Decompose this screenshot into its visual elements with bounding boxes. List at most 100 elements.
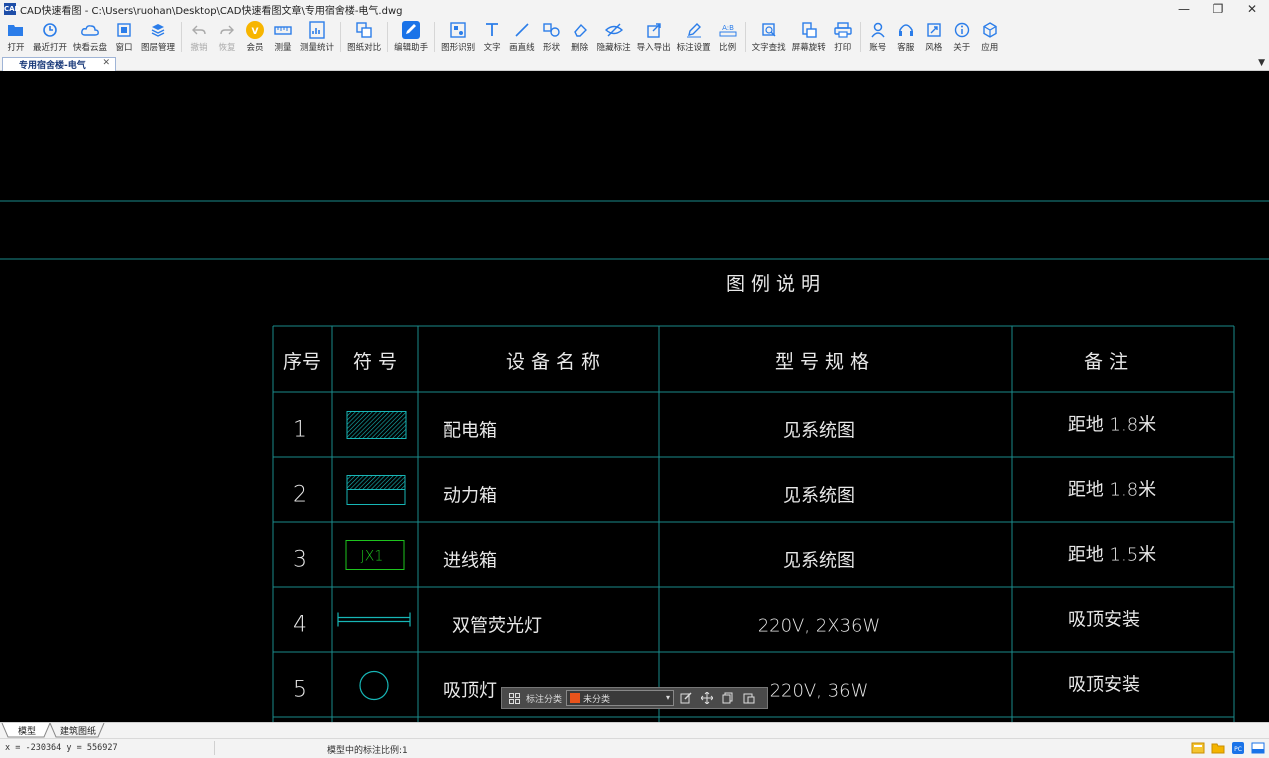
toolbar-button-scale[interactable]: A:B 比例 [714,18,742,53]
toolbar-button-layers[interactable]: 图层管理 [138,18,178,53]
toolbar-button-headset[interactable]: 客服 [892,18,920,53]
toolbar-button-label: 导入导出 [636,43,671,53]
rotate-screen-icon [800,20,818,40]
category-selected: 未分类 [583,694,611,705]
toolbar-button-undo[interactable]: 撤销 [185,18,213,53]
toolbar-button-redo[interactable]: 恢复 [213,18,241,53]
user-icon [870,20,886,40]
toolbar-button-line[interactable]: 画直线 [506,18,538,53]
toolbar-button-label: 会员 [246,43,264,53]
cad-status-icon[interactable]: PC [1231,741,1245,755]
toolbar-button-user[interactable]: 账号 [864,18,892,53]
toolbar-button-clock[interactable]: 最近打开 [30,18,70,53]
folder-status-icon[interactable] [1211,741,1225,755]
legend-table: 序号符 号设 备 名 称型 号 规 格备 注1 配电箱 见系统图 距地 1.8米2 动力… [272,325,1235,722]
annotation-settings-icon [685,20,703,40]
cloud-icon [80,20,100,40]
close-window-button[interactable]: ✕ [1235,0,1269,18]
title-bar: CAD CAD快速看图 - C:\Users\ruohan\Desktop\CA… [0,0,1269,18]
toolbar-button-eraser[interactable]: 删除 [566,18,594,53]
toolbar-button-text[interactable]: 文字 [478,18,506,53]
toolbar-separator [859,22,861,52]
toolbar-button-label: 打开 [7,43,25,53]
toolbar-button-ruler[interactable]: 测量 [269,18,297,53]
sheet-tab-model[interactable]: 模型 [8,723,46,738]
copy-icon[interactable] [719,689,737,707]
toolbar-separator [340,22,342,52]
toolbar-button-rotate-screen[interactable]: 屏幕旋转 [789,18,829,53]
tab-document[interactable]: 专用宿舍楼-电气 ✕ [2,57,116,71]
toolbar-button-label: 文字查找 [751,43,786,53]
panel-status-icon[interactable] [1251,741,1265,755]
drawing-canvas[interactable]: 图 例 说 明 序号符 号设 备 名 称型 号 规 格备 注 1 配电箱 见系统图 距地… [0,71,1269,722]
toolbar-separator [434,22,436,52]
device-note: 距地 1.8米 [1068,480,1156,501]
device-name: 双管荧光灯 [452,616,542,637]
text-icon [484,20,500,40]
toolbar-button-printer[interactable]: 打印 [829,18,857,53]
toolbar-button-vip[interactable]: V 会员 [241,18,269,53]
scale-icon: A:B [718,20,738,40]
compare-icon [355,20,373,40]
toolbar-button-cloud[interactable]: 快看云盘 [70,18,110,53]
tab-document-label: 专用宿舍楼-电气 [19,61,86,71]
svg-text:V: V [252,27,259,37]
layers-icon [150,20,166,40]
ceiling-lamp-symbol [359,670,389,701]
text-search-icon [761,20,777,40]
device-name: 动力箱 [443,486,497,507]
vip-icon: V [245,20,265,40]
toolbar-button-label: 客服 [897,43,915,53]
apps-icon [982,20,998,40]
grid-icon[interactable] [505,689,523,707]
toolbar-button-folder-open[interactable]: 打开 [2,18,30,53]
toolbar-button-shapes[interactable]: 形状 [538,18,566,53]
incoming-box-label: JX1 [361,549,384,565]
ruler-icon [274,20,292,40]
toolbar-button-text-search[interactable]: 文字查找 [749,18,789,53]
minimize-button[interactable]: — [1167,0,1201,18]
toolbar-button-label: 最近打开 [33,43,68,53]
row-number: 5 [293,678,307,703]
toolbar-button-label: 测量统计 [300,43,335,53]
toolbar-button-edit-assistant[interactable]: 编辑助手 [391,18,431,53]
status-divider [214,741,215,755]
toolbar-button-label: 窗口 [115,43,133,53]
toolbar-button-label: 画直线 [509,43,535,53]
undo-icon [191,20,207,40]
toolbar-button-annotation-settings[interactable]: 标注设置 [674,18,714,53]
move-icon[interactable] [698,689,716,707]
toolbar-button-label: 打印 [834,43,852,53]
edit-icon[interactable] [677,689,695,707]
toolbar-button-compare[interactable]: 图纸对比 [344,18,384,53]
sheet-tab-building[interactable]: 建筑图纸 [56,723,100,738]
toolbar-button-style[interactable]: 风格 [920,18,948,53]
annotation-scale-status: 模型中的标注比例:1 [327,746,408,756]
toolbar-button-label: 快看云盘 [73,43,108,53]
import-export-icon [646,20,662,40]
row-number: 3 [293,548,307,573]
restore-button[interactable]: ❐ [1201,0,1235,18]
category-select[interactable]: 未分类 ▾ [566,690,675,706]
toolbar-button-window[interactable]: 窗口 [110,18,138,53]
redo-icon [219,20,235,40]
clock-icon [42,20,58,40]
category-label: 标注分类 [526,694,563,705]
toolbar-button-import-export[interactable]: 导入导出 [634,18,674,53]
device-note: 吸顶安装 [1068,675,1140,696]
close-tab-icon[interactable]: ✕ [102,58,110,68]
main-toolbar: 打开 最近打开 快看云盘 窗口 图层管理 撤销 恢复 V 会员 测量 测量统计 图纸对比 编辑助手 图形识… [0,18,1269,56]
paste-icon[interactable] [740,689,758,707]
toolbar-button-measure-stats[interactable]: 测量统计 [297,18,337,53]
svg-text:PC: PC [1234,746,1242,753]
toolbar-button-label: 隐藏标注 [596,43,631,53]
toolbar-button-info[interactable]: 关于 [948,18,976,53]
tab-list-dropdown-icon[interactable]: ▼ [1258,58,1265,68]
toolbar-button-apps[interactable]: 应用 [976,18,1004,53]
annotation-floatbar: 标注分类 未分类 ▾ [501,687,768,709]
device-spec: 220V, 2X36W [758,616,881,637]
layer-status-icon[interactable] [1191,741,1205,755]
toolbar-button-eye-off[interactable]: 隐藏标注 [594,18,634,53]
toolbar-separator [181,22,183,52]
toolbar-button-shape-recognize[interactable]: 图形识别 [438,18,478,53]
